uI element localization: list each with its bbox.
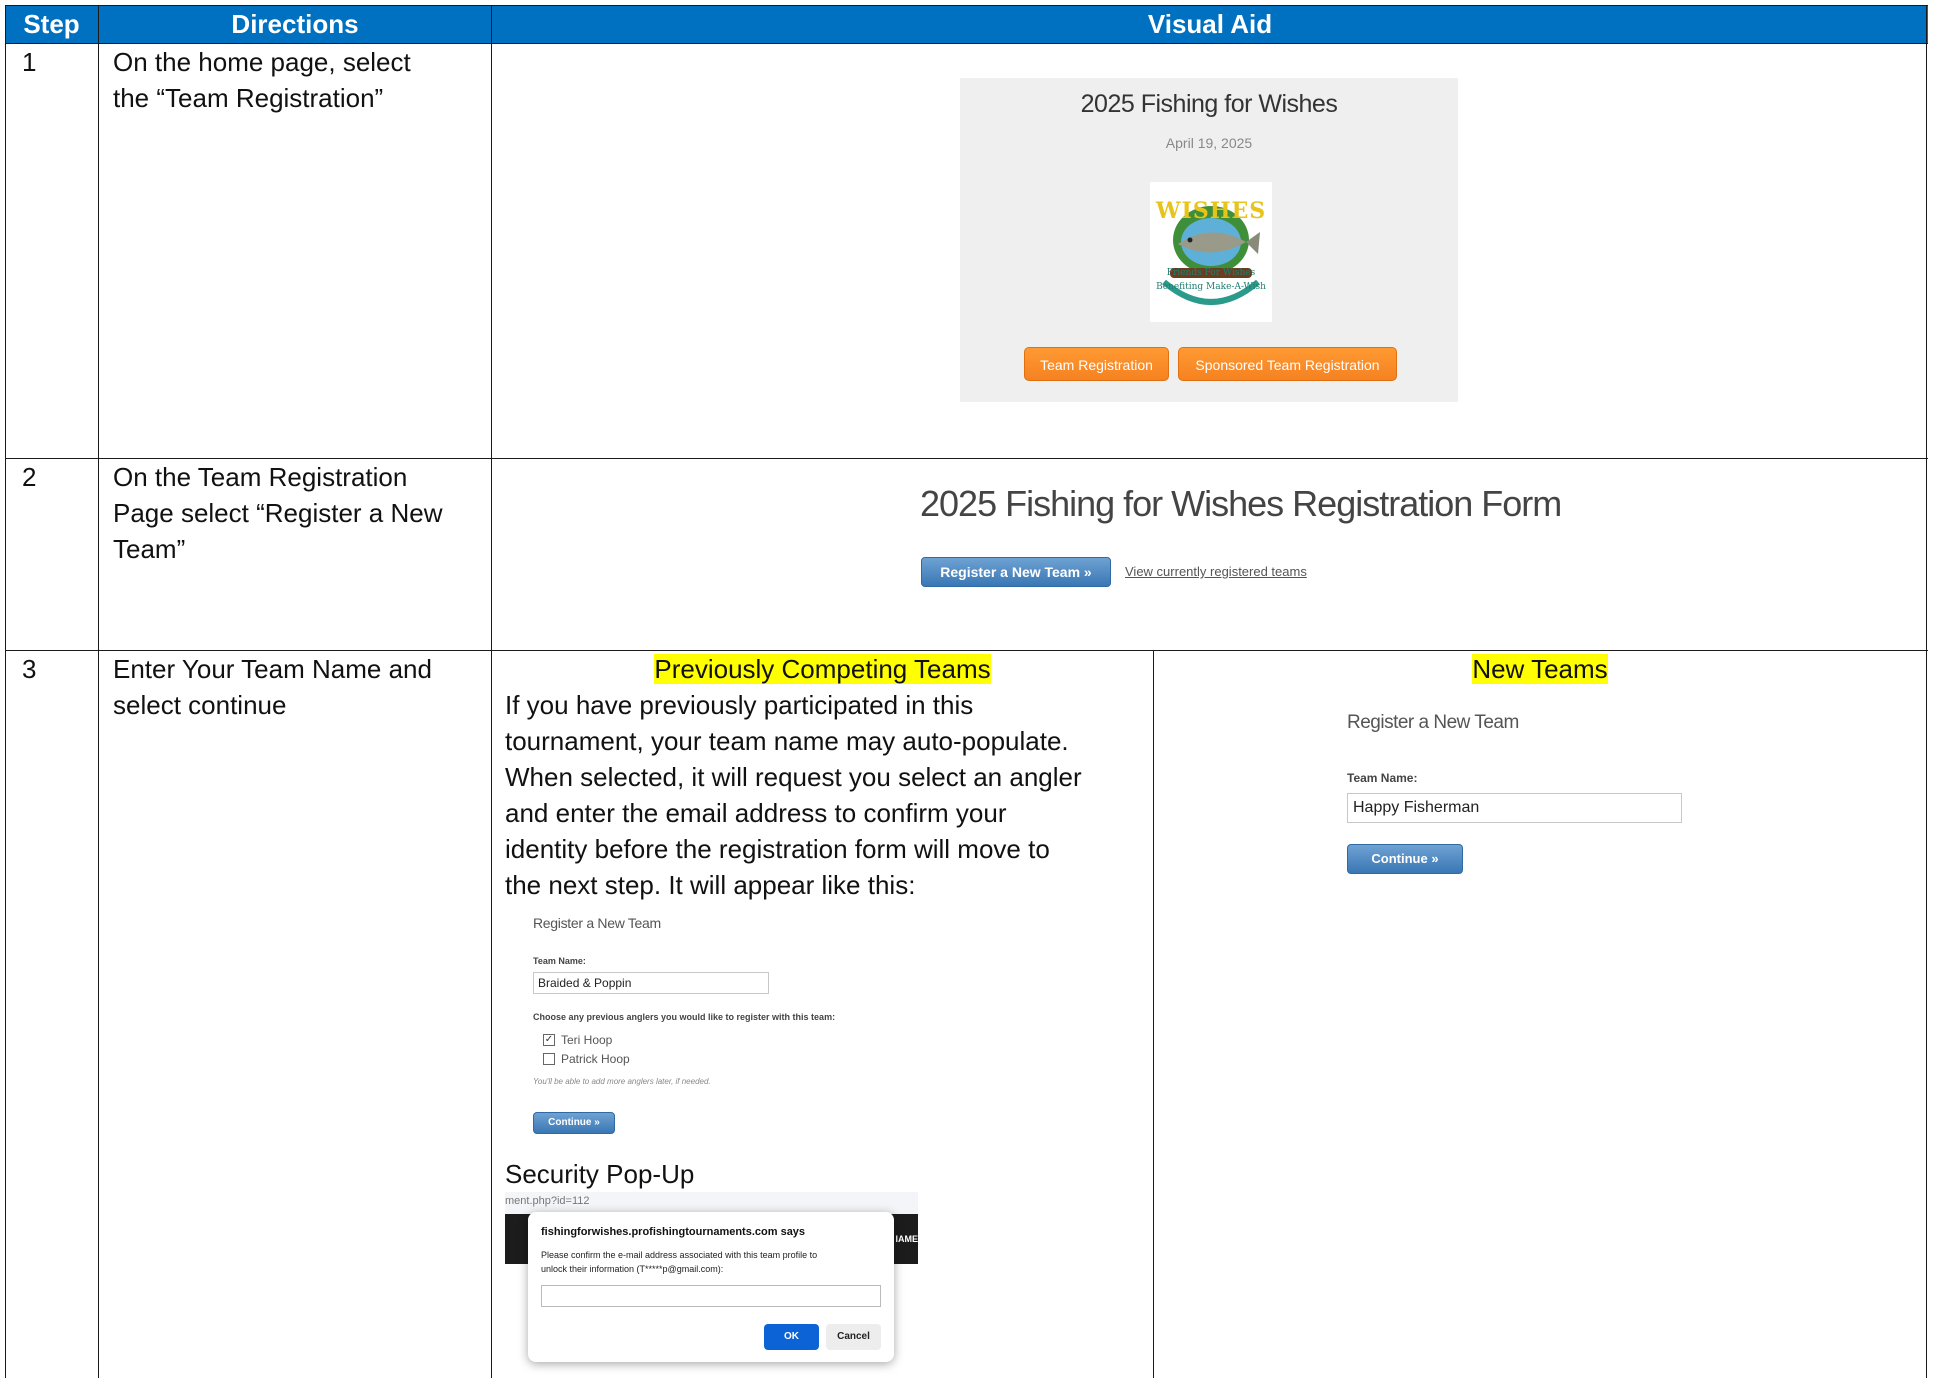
view-registered-teams-link[interactable]: View currently registered teams	[1125, 564, 1307, 579]
previous-paragraph-line-4: and enter the email address to confirm y…	[505, 798, 1007, 828]
previous-team-name-value: Braided & Poppin	[538, 976, 632, 990]
logo-banner-text: WISHES	[1155, 198, 1267, 224]
dialog-email-input[interactable]	[541, 1285, 881, 1307]
anglers-note: You'll be able to add more anglers later…	[533, 1077, 711, 1086]
dialog-message-line-2: unlock their information (T*****p@gmail.…	[541, 1264, 724, 1274]
previous-paragraph-line-2: tournament, your team name may auto-popu…	[505, 726, 1069, 756]
angler-checkbox-teri[interactable]: ✓	[543, 1034, 555, 1046]
angler-name-patrick: Patrick Hoop	[561, 1052, 630, 1066]
dialog-site-title: fishingforwishes.profishingtournaments.c…	[541, 1226, 806, 1238]
new-continue-button[interactable]: Continue »	[1347, 844, 1463, 874]
register-new-team-button[interactable]: Register a New Team »	[921, 557, 1111, 587]
table-border-right	[1926, 5, 1927, 1378]
angler-checkbox-patrick[interactable]	[543, 1053, 555, 1065]
previous-team-name-input[interactable]: Braided & Poppin	[533, 972, 769, 994]
header-directions: Directions	[231, 9, 359, 39]
step-number-1: 1	[22, 47, 37, 77]
col-divider-1	[98, 5, 99, 1378]
previous-paragraph-line-1: If you have previously participated in t…	[505, 690, 974, 720]
step-number-3: 3	[22, 654, 37, 684]
previous-paragraph-line-3: When selected, it will request you selec…	[505, 762, 1082, 792]
directions-2-line-1: On the Team Registration	[113, 462, 408, 492]
angler-name-teri: Teri Hoop	[561, 1033, 613, 1047]
security-popup-heading: Security Pop-Up	[505, 1159, 695, 1189]
previous-team-name-label: Team Name:	[533, 956, 586, 966]
new-teams-heading: New Teams	[1472, 654, 1608, 684]
dialog-ok-button[interactable]: OK	[764, 1324, 819, 1350]
header-visual-aid: Visual Aid	[1147, 9, 1273, 39]
event-date: April 19, 2025	[1165, 135, 1253, 151]
browser-url-bar: ment.php?id=112	[505, 1192, 918, 1214]
logo-caption-2: Benefiting Make-A-Wish	[1156, 282, 1266, 292]
previous-form-title: Register a New Team	[533, 915, 661, 931]
event-title: 2025 Fishing for Wishes	[1080, 90, 1338, 118]
browser-url-text: ment.php?id=112	[505, 1195, 590, 1207]
table-border-top	[5, 5, 1928, 6]
directions-1-line-1: On the home page, select	[113, 47, 411, 77]
anglers-label: Choose any previous anglers you would li…	[533, 1012, 836, 1022]
instruction-document: Step Directions Visual Aid 1 On the home…	[0, 0, 1933, 1378]
col-divider-3	[1153, 650, 1154, 1378]
header-step: Step	[23, 9, 80, 39]
new-team-name-label: Team Name:	[1347, 771, 1418, 785]
previous-continue-button[interactable]: Continue »	[533, 1112, 615, 1134]
previous-teams-heading: Previously Competing Teams	[654, 654, 991, 684]
previous-paragraph-line-5: identity before the registration form wi…	[505, 834, 1050, 864]
new-form-title: Register a New Team	[1347, 712, 1519, 733]
team-registration-button[interactable]: Team Registration	[1024, 347, 1169, 381]
sponsored-team-registration-button[interactable]: Sponsored Team Registration	[1178, 347, 1397, 381]
table-border-left	[5, 5, 6, 1378]
site-bar-text: IAME	[895, 1234, 919, 1244]
previous-teams-heading-cell: Previously Competing Teams	[492, 651, 1153, 687]
directions-1-line-2: the “Team Registration”	[113, 83, 384, 113]
col-divider-2	[491, 5, 492, 1378]
directions-3-line-2: select continue	[113, 690, 287, 720]
new-teams-heading-cell: New Teams	[1154, 651, 1926, 687]
new-team-name-value: Happy Fisherman	[1353, 799, 1480, 816]
directions-3-line-1: Enter Your Team Name and	[113, 654, 432, 684]
security-dialog: fishingforwishes.profishingtournaments.c…	[528, 1212, 894, 1362]
registration-form-title: 2025 Fishing for Wishes Registration For…	[920, 483, 1562, 524]
logo-caption-1: Friends For Wishes	[1166, 268, 1256, 278]
directions-2-line-2: Page select “Register a New	[113, 498, 443, 528]
new-team-name-input[interactable]: Happy Fisherman	[1347, 793, 1682, 823]
directions-2-line-3: Team”	[113, 534, 186, 564]
previous-paragraph-line-6: the next step. It will appear like this:	[505, 870, 916, 900]
dialog-cancel-button[interactable]: Cancel	[826, 1324, 881, 1350]
step-number-2: 2	[22, 462, 37, 492]
dialog-message-line-1: Please confirm the e-mail address associ…	[541, 1250, 818, 1260]
